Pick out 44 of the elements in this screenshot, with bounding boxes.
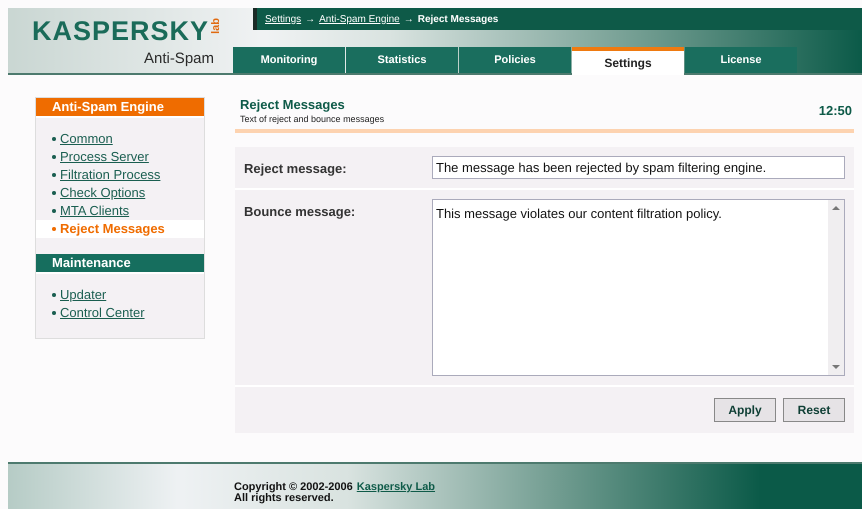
page-subtitle: Text of reject and bounce messages — [240, 113, 384, 126]
reject-message-field[interactable]: The message has been rejected by spam filtering engine. — [432, 156, 845, 179]
breadcrumb-current: Reject Messages — [418, 12, 498, 26]
kaspersky-lab-link[interactable]: Kaspersky Lab — [356, 482, 436, 493]
breadcrumb-separator: → — [305, 12, 316, 26]
rights-text: All rights reserved. — [234, 493, 335, 504]
section-header: Maintenance — [36, 254, 204, 274]
reset-button[interactable]: Reset — [783, 398, 845, 422]
breadcrumb-link[interactable]: Anti-Spam Engine — [319, 12, 400, 26]
sidebar-link[interactable]: Updater — [60, 285, 106, 305]
sidebar-link[interactable]: Process Server — [60, 147, 149, 167]
sidebar-link[interactable]: Check Options — [60, 183, 146, 203]
product-name: Anti-Spam — [144, 49, 214, 69]
bullet-icon — [52, 209, 56, 213]
scroll-up-icon[interactable] — [832, 204, 840, 212]
sidebar-link[interactable]: Control Center — [60, 303, 145, 323]
sidebar-link[interactable]: MTA Clients — [60, 201, 130, 221]
bullet-icon — [52, 311, 56, 315]
section-header: Anti-Spam Engine — [36, 98, 204, 118]
bullet-icon — [52, 293, 56, 297]
bounce-message-field[interactable]: This message violates our content filtration policy. — [432, 198, 845, 376]
bullet-icon — [52, 173, 56, 177]
breadcrumb-separator: → — [404, 12, 414, 26]
apply-button[interactable]: Apply — [714, 398, 776, 422]
field-label: Reject message: — [244, 160, 348, 178]
bullet-icon — [52, 191, 56, 195]
sidebar-link[interactable]: Filtration Process — [60, 165, 160, 185]
page-title: Reject Messages — [240, 97, 346, 114]
tab[interactable]: Settings — [572, 47, 684, 75]
tab[interactable]: Statistics — [346, 47, 458, 73]
sidebar-link[interactable]: Common — [60, 129, 113, 149]
tab[interactable]: Monitoring — [233, 47, 345, 73]
tab[interactable]: Policies — [459, 47, 571, 73]
logo: KASPERSKY lab — [32, 18, 222, 45]
bullet-icon — [52, 137, 56, 141]
breadcrumb-link[interactable]: Settings — [265, 12, 302, 26]
bullet-icon — [52, 155, 56, 159]
field-label: Bounce message: — [244, 202, 356, 221]
scrollbar[interactable] — [828, 200, 844, 375]
clock-time: 12:50 — [818, 102, 852, 120]
bullet-icon — [52, 227, 56, 231]
tab[interactable]: License — [685, 47, 797, 73]
copyright-text: Copyright © 2002-2006 — [234, 482, 353, 493]
scroll-down-icon[interactable] — [832, 362, 840, 371]
